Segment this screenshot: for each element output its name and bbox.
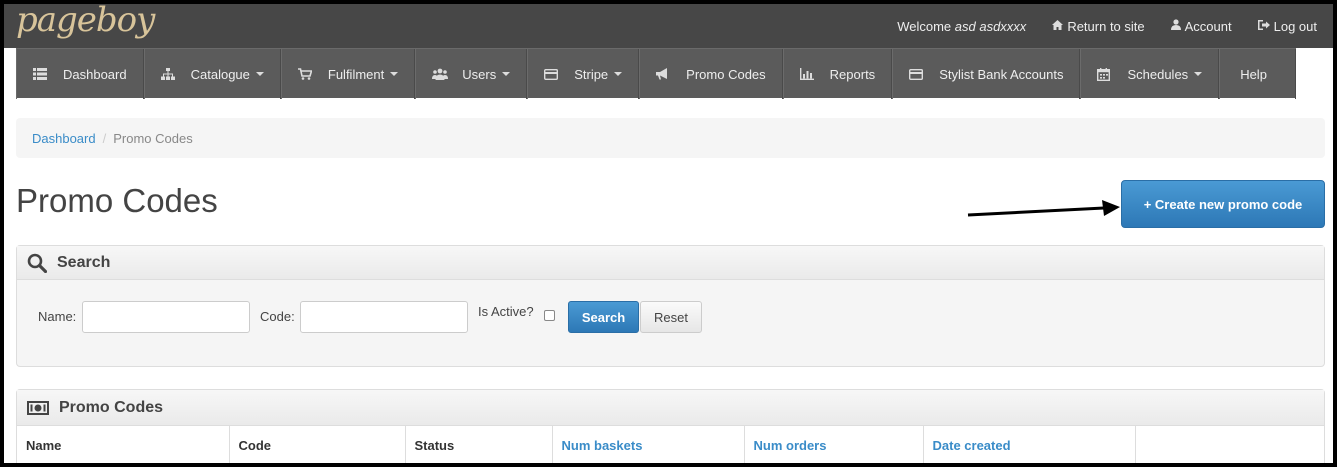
nav-dashboard-label: Dashboard <box>63 66 127 82</box>
breadcrumb-current: Promo Codes <box>113 130 193 146</box>
nav-stripe[interactable]: Stripe <box>527 49 640 99</box>
breadcrumb: Dashboard / Promo Codes <box>16 118 1325 158</box>
is-active-checkbox[interactable] <box>544 310 555 321</box>
column-header-num-orders[interactable]: Num orders <box>744 426 924 463</box>
nav-dashboard[interactable]: Dashboard <box>16 49 144 99</box>
column-header-actions <box>1135 426 1324 463</box>
logout-label: Log out <box>1273 18 1317 34</box>
nav-promo-codes[interactable]: Promo Codes <box>639 49 783 99</box>
create-promo-code-button[interactable]: + Create new promo code <box>1121 180 1325 228</box>
name-label: Name: <box>38 309 77 324</box>
users-icon <box>432 68 449 80</box>
credit-card-icon <box>909 68 924 81</box>
search-button[interactable]: Search <box>568 301 639 333</box>
logout-link[interactable]: Log out <box>1257 18 1317 34</box>
top-bar: pageboy Welcome asd asdxxxx Return to si… <box>4 4 1333 48</box>
nav-schedules[interactable]: Schedules <box>1080 49 1220 99</box>
nav-catalogue[interactable]: Catalogue <box>143 49 281 99</box>
nav-stripe-label: Stripe <box>574 66 609 82</box>
nav-reports[interactable]: Reports <box>782 49 893 99</box>
code-input[interactable] <box>300 301 468 333</box>
search-icon <box>27 253 47 273</box>
return-to-site-link[interactable]: Return to site <box>1052 18 1145 34</box>
chevron-down-icon <box>390 72 399 76</box>
nav-help-label: Help <box>1240 66 1267 82</box>
page-title: Promo Codes <box>16 182 218 219</box>
search-form: Name: Code: Is Active? Search Reset <box>17 280 1324 366</box>
sitemap-icon <box>160 68 175 80</box>
chevron-down-icon <box>502 72 511 76</box>
welcome-user: asd asdxxxx <box>954 18 1027 34</box>
search-panel-header: Search <box>17 246 1324 280</box>
column-header-num-baskets[interactable]: Num baskets <box>552 426 745 463</box>
user-icon <box>1170 19 1181 33</box>
column-header-date-created[interactable]: Date created <box>923 426 1136 463</box>
nav-catalogue-label: Catalogue <box>190 66 250 82</box>
nav-stylist-bank-accounts-label: Stylist Bank Accounts <box>939 66 1064 82</box>
nav-fulfilment-label: Fulfilment <box>327 66 385 82</box>
account-label: Account <box>1184 18 1232 34</box>
nav-promo-codes-label: Promo Codes <box>686 66 766 82</box>
logo[interactable]: pageboy <box>16 4 155 40</box>
table-header-row: Name Code Status Num baskets Num orders … <box>17 426 1324 463</box>
nav-users-label: Users <box>462 66 497 82</box>
account-link[interactable]: Account <box>1170 18 1232 34</box>
promo-codes-panel-header: Promo Codes <box>17 390 1324 426</box>
chevron-down-icon <box>614 72 623 76</box>
nav-reports-label: Reports <box>829 66 876 82</box>
code-label: Code: <box>260 309 295 324</box>
annotation-arrow <box>967 200 1120 217</box>
promo-codes-panel: Promo Codes Name Code Status Num baskets… <box>16 389 1325 463</box>
calendar-icon <box>1097 68 1111 82</box>
nav-schedules-label: Schedules <box>1127 66 1189 82</box>
name-input[interactable] <box>82 301 250 333</box>
chevron-down-icon <box>1194 72 1203 76</box>
column-header-name: Name <box>17 426 230 463</box>
bullhorn-icon <box>656 68 670 80</box>
logout-icon <box>1257 19 1270 33</box>
main-nav: Dashboard Catalogue Fulfilment Users Str… <box>16 48 1296 99</box>
nav-help[interactable]: Help <box>1219 49 1296 99</box>
nav-users[interactable]: Users <box>415 49 528 99</box>
breadcrumb-separator: / <box>102 130 107 146</box>
welcome-prefix: Welcome <box>897 18 952 34</box>
cart-icon <box>297 68 313 80</box>
money-icon <box>27 400 49 415</box>
column-header-status: Status <box>405 426 553 463</box>
column-header-code: Code <box>229 426 406 463</box>
breadcrumb-dashboard-link[interactable]: Dashboard <box>32 131 96 146</box>
nav-fulfilment[interactable]: Fulfilment <box>280 49 416 99</box>
return-to-site-label: Return to site <box>1067 18 1145 34</box>
page-frame: pageboy Welcome asd asdxxxx Return to si… <box>4 4 1333 463</box>
credit-card-icon <box>544 68 559 81</box>
chevron-down-icon <box>255 72 264 76</box>
promo-codes-panel-title: Promo Codes <box>59 398 164 416</box>
list-icon <box>33 68 47 80</box>
bar-chart-icon <box>799 68 814 80</box>
home-icon <box>1052 19 1064 33</box>
promo-codes-table: Name Code Status Num baskets Num orders … <box>17 426 1324 463</box>
search-panel-title: Search <box>57 253 111 271</box>
nav-stylist-bank-accounts[interactable]: Stylist Bank Accounts <box>892 49 1081 99</box>
is-active-label: Is Active? <box>478 304 534 319</box>
top-nav: Welcome asd asdxxxx Return to site Accou… <box>871 4 1317 48</box>
reset-button[interactable]: Reset <box>640 301 702 333</box>
welcome-text: Welcome asd asdxxxx <box>897 19 1026 34</box>
search-panel: Search Name: Code: Is Active? Search Res… <box>16 245 1325 367</box>
